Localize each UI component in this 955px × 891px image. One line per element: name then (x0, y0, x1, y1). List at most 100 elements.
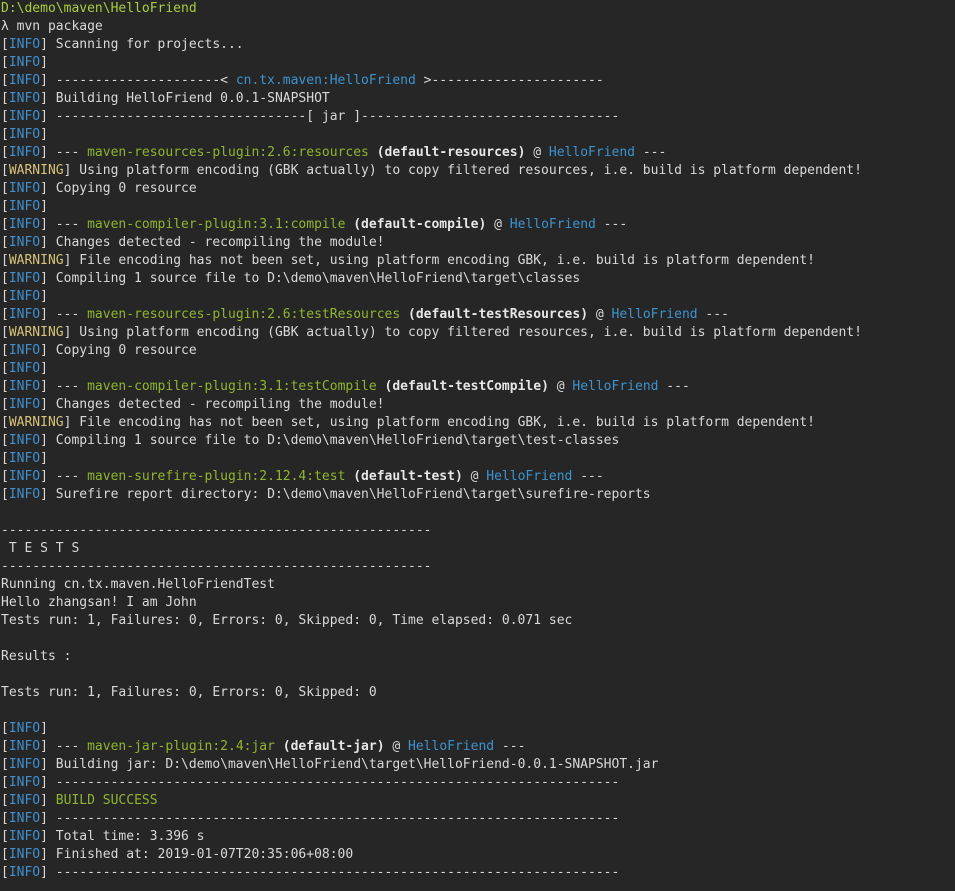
log-text: [ (1, 361, 9, 376)
log-text: [ (1, 289, 9, 304)
log-text: --- (572, 469, 604, 484)
log-text: [ (1, 145, 9, 160)
execution-id: (default-test) (345, 469, 463, 484)
log-level-info: INFO (8, 487, 41, 502)
log-text: ] --- (40, 379, 88, 394)
artifact-name: HelloFriend (548, 145, 635, 160)
log-level-info: INFO (8, 199, 41, 214)
terminal-line: [INFO] --- maven-compiler-plugin:3.1:tes… (1, 378, 955, 396)
log-level-info: INFO (8, 109, 41, 124)
log-text: [ (1, 109, 9, 124)
log-text: ] --------------------------------------… (40, 811, 620, 826)
log-text: ] --------------------------------------… (40, 865, 620, 880)
log-text: [ (1, 433, 9, 448)
build-status: BUILD SUCCESS (55, 793, 158, 808)
log-text: ] Surefire report directory: D:\demo\mav… (40, 487, 651, 502)
terminal-line: [WARNING] Using platform encoding (GBK a… (1, 324, 955, 342)
log-text: ] --- (40, 739, 88, 754)
log-text: [ (1, 199, 9, 214)
terminal-line: [INFO] Copying 0 resource (1, 180, 955, 198)
terminal-output[interactable]: D:\demo\maven\HelloFriend λ mvn package [I… (0, 0, 955, 891)
log-level-info: INFO (8, 469, 41, 484)
log-text: [ (1, 847, 9, 862)
log-text: --- (635, 145, 667, 160)
terminal-line: [INFO] ---------------------------------… (1, 774, 955, 792)
terminal-line: ----------------------------------------… (1, 522, 955, 540)
log-level-info: INFO (8, 397, 41, 412)
plugin-goal: maven-resources-plugin:2.6:testResources (87, 307, 401, 322)
log-text: ] Copying 0 resource (40, 343, 197, 358)
log-level-info: INFO (8, 811, 41, 826)
log-text: @ (525, 145, 549, 160)
log-text: [ (1, 55, 9, 70)
log-text: ] --- (40, 469, 88, 484)
execution-id: (default-testCompile) (376, 379, 549, 394)
plugin-goal: maven-compiler-plugin:3.1:compile (87, 217, 346, 232)
log-text: Hello zhangsan! I am John (1, 595, 197, 610)
log-text: --- (658, 379, 690, 394)
log-level-info: INFO (8, 181, 41, 196)
terminal-line: [INFO] ---------------------------------… (1, 810, 955, 828)
log-text: [ (1, 379, 9, 394)
terminal-line: [INFO] Building HelloFriend 0.0.1-SNAPSH… (1, 90, 955, 108)
log-text: [ (1, 793, 9, 808)
log-level-info: INFO (8, 361, 41, 376)
terminal-line: [INFO] --- maven-jar-plugin:2.4:jar (def… (1, 738, 955, 756)
plugin-goal: maven-compiler-plugin:3.1:testCompile (87, 379, 377, 394)
terminal-line: [INFO] Copying 0 resource (1, 342, 955, 360)
log-text: ] --- (40, 145, 88, 160)
log-text: ] Changes detected - recompiling the mod… (40, 397, 385, 412)
log-level-info: INFO (8, 37, 41, 52)
terminal-line: [INFO] (1, 288, 955, 306)
log-text: [ (1, 91, 9, 106)
log-level-warning: WARNING (8, 163, 64, 178)
log-level-info: INFO (8, 73, 41, 88)
log-level-info: INFO (8, 775, 41, 790)
log-text: [ (1, 271, 9, 286)
log-text: @ (548, 379, 573, 394)
terminal-line: Tests run: 1, Failures: 0, Errors: 0, Sk… (1, 684, 955, 702)
log-text: ] Using platform encoding (GBK actually)… (63, 163, 862, 178)
log-level-info: INFO (8, 721, 41, 736)
log-text: ] (40, 793, 56, 808)
log-text: [ (1, 811, 9, 826)
log-text: Tests run: 1, Failures: 0, Errors: 0, Sk… (1, 613, 573, 628)
log-text: [ (1, 829, 9, 844)
terminal-line: [INFO] (1, 720, 955, 738)
log-text: [ (1, 865, 9, 880)
log-text: --- (494, 739, 526, 754)
plugin-goal: maven-jar-plugin:2.4:jar (87, 739, 275, 754)
artifact-name: HelloFriend (611, 307, 698, 322)
artifact-name: HelloFriend (509, 217, 596, 232)
log-text: ] --------------------------------[ jar … (40, 109, 620, 124)
artifact-name: HelloFriend (486, 469, 573, 484)
log-text: Results : (1, 649, 72, 664)
log-text: [ (1, 721, 9, 736)
log-text: ] (40, 289, 48, 304)
terminal-line: [INFO] Scanning for projects... (1, 36, 955, 54)
log-text: Running cn.tx.maven.HelloFriendTest (1, 577, 275, 592)
terminal-line: [INFO] Changes detected - recompiling th… (1, 234, 955, 252)
log-text: [ (1, 757, 9, 772)
log-text: [ (1, 343, 9, 358)
terminal-line: [WARNING] Using platform encoding (GBK a… (1, 162, 955, 180)
log-level-warning: WARNING (8, 415, 64, 430)
log-text: ] (40, 127, 48, 142)
log-level-info: INFO (8, 217, 41, 232)
terminal-line: Hello zhangsan! I am John (1, 594, 955, 612)
terminal-line: Running cn.tx.maven.HelloFriendTest (1, 576, 955, 594)
log-text: [ (1, 127, 9, 142)
execution-id: (default-jar) (274, 739, 385, 754)
execution-id: (default-testResources) (400, 307, 589, 322)
log-text: ] Compiling 1 source file to D:\demo\mav… (40, 271, 581, 286)
log-text: [ (1, 217, 9, 232)
terminal-line: T E S T S (1, 540, 955, 558)
log-level-info: INFO (8, 829, 41, 844)
terminal-line: [INFO] BUILD SUCCESS (1, 792, 955, 810)
log-text: ] (40, 361, 48, 376)
artifact-name: HelloFriend (572, 379, 659, 394)
log-text: ] File encoding has not been set, using … (63, 415, 815, 430)
